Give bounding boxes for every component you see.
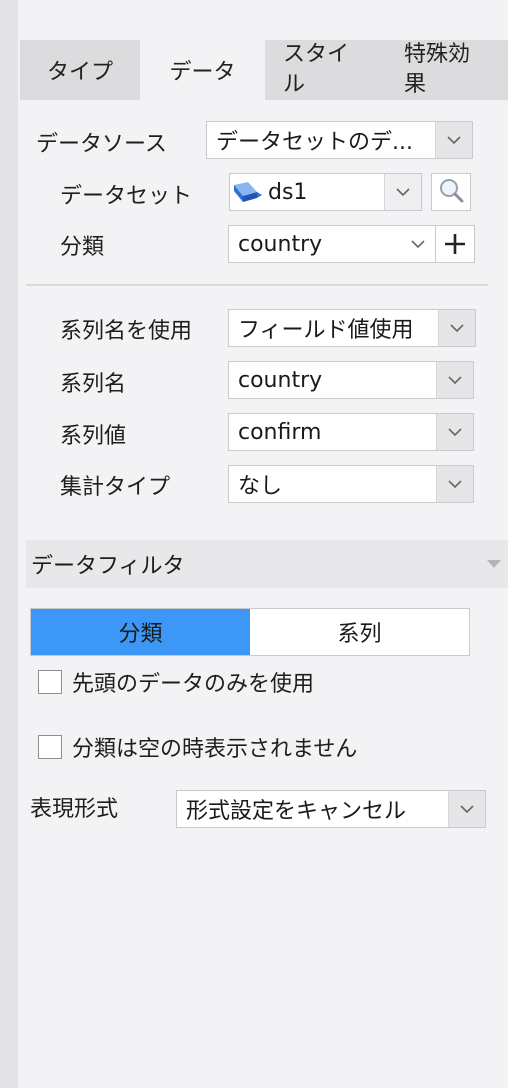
tab-bar: タイプ データ スタイル 特殊効果 — [20, 40, 508, 100]
series-value-value: confirm — [238, 419, 322, 445]
datasource-select[interactable]: データセットのデ... — [206, 121, 473, 159]
format-label: 表現形式 — [30, 797, 119, 822]
dataset-select[interactable]: ds1 — [229, 173, 422, 211]
series-value-row: 系列値 — [60, 415, 126, 453]
category-label: 分類 — [60, 235, 105, 260]
hide-empty-category-checkbox[interactable] — [38, 735, 62, 759]
tab-data[interactable]: データ — [140, 40, 265, 100]
first-data-only-checkbox[interactable] — [38, 670, 62, 694]
format-select[interactable]: 形式設定をキャンセル — [176, 790, 486, 828]
first-data-only-checkbox-row[interactable]: 先頭のデータのみを使用 — [38, 668, 315, 697]
search-dataset-button[interactable] — [431, 173, 471, 211]
tab-style-label: スタイル — [283, 42, 350, 97]
hide-empty-category-label: 分類は空の時表示されません — [72, 737, 358, 762]
tab-type[interactable]: タイプ — [20, 40, 140, 100]
properties-panel: タイプ データ スタイル 特殊効果 データソース データセットのデ... データ… — [18, 0, 508, 1088]
dataset-value: ds1 — [268, 179, 308, 205]
category-value: country — [238, 231, 323, 257]
series-name-mode-value: フィールド値使用 — [238, 318, 414, 343]
series-value-label: 系列値 — [60, 424, 127, 449]
chevron-down-icon — [384, 174, 421, 210]
series-name-row: 系列名 — [60, 363, 126, 401]
segment-series[interactable]: 系列 — [250, 609, 469, 655]
series-name-mode-select[interactable]: フィールド値使用 — [228, 309, 476, 347]
series-name-value: country — [238, 367, 323, 393]
search-icon — [438, 177, 464, 207]
chevron-down-icon — [436, 414, 473, 450]
series-value-select[interactable]: confirm — [228, 413, 474, 451]
format-row: 表現形式 — [30, 788, 118, 826]
chevron-down-icon — [436, 466, 473, 502]
chevron-down-icon — [438, 310, 475, 346]
chevron-down-icon — [448, 791, 485, 827]
tab-style[interactable]: スタイル — [265, 40, 386, 100]
series-name-label: 系列名 — [60, 372, 127, 397]
data-filter-header[interactable]: データフィルタ — [26, 540, 508, 588]
datasource-value: データセットのデ... — [216, 130, 413, 155]
chevron-down-icon — [435, 122, 472, 158]
aggregate-label: 集計タイプ — [60, 475, 171, 500]
chevron-down-icon — [401, 226, 435, 262]
datasource-row: データソース — [36, 123, 167, 161]
category-row: 分類 — [60, 226, 104, 264]
segment-category[interactable]: 分類 — [31, 609, 250, 655]
datasource-label: データソース — [36, 132, 167, 157]
series-name-mode-row: 系列名を使用 — [60, 310, 192, 348]
left-rail — [0, 0, 18, 1088]
divider — [26, 284, 488, 286]
dataset-row: データセット — [60, 175, 192, 213]
plus-icon — [445, 234, 465, 254]
filter-segmented-control: 分類 系列 — [30, 608, 470, 656]
aggregate-row: 集計タイプ — [60, 466, 170, 504]
dataset-icon — [230, 179, 264, 205]
aggregate-value: なし — [238, 474, 283, 499]
format-value: 形式設定をキャンセル — [186, 799, 407, 824]
hide-empty-category-checkbox-row[interactable]: 分類は空の時表示されません — [38, 733, 358, 762]
add-category-button[interactable] — [435, 226, 474, 262]
dataset-label: データセット — [60, 184, 193, 209]
category-select[interactable]: country — [228, 225, 475, 263]
chevron-down-icon — [436, 362, 473, 398]
first-data-only-label: 先頭のデータのみを使用 — [72, 672, 315, 697]
tab-effects[interactable]: 特殊効果 — [386, 40, 508, 100]
aggregate-select[interactable]: なし — [228, 465, 474, 503]
collapse-triangle-icon — [480, 560, 508, 568]
series-name-mode-label: 系列名を使用 — [60, 319, 193, 344]
tab-effects-label: 特殊効果 — [404, 42, 471, 97]
series-name-select[interactable]: country — [228, 361, 474, 399]
data-filter-title: データフィルタ — [31, 554, 185, 579]
